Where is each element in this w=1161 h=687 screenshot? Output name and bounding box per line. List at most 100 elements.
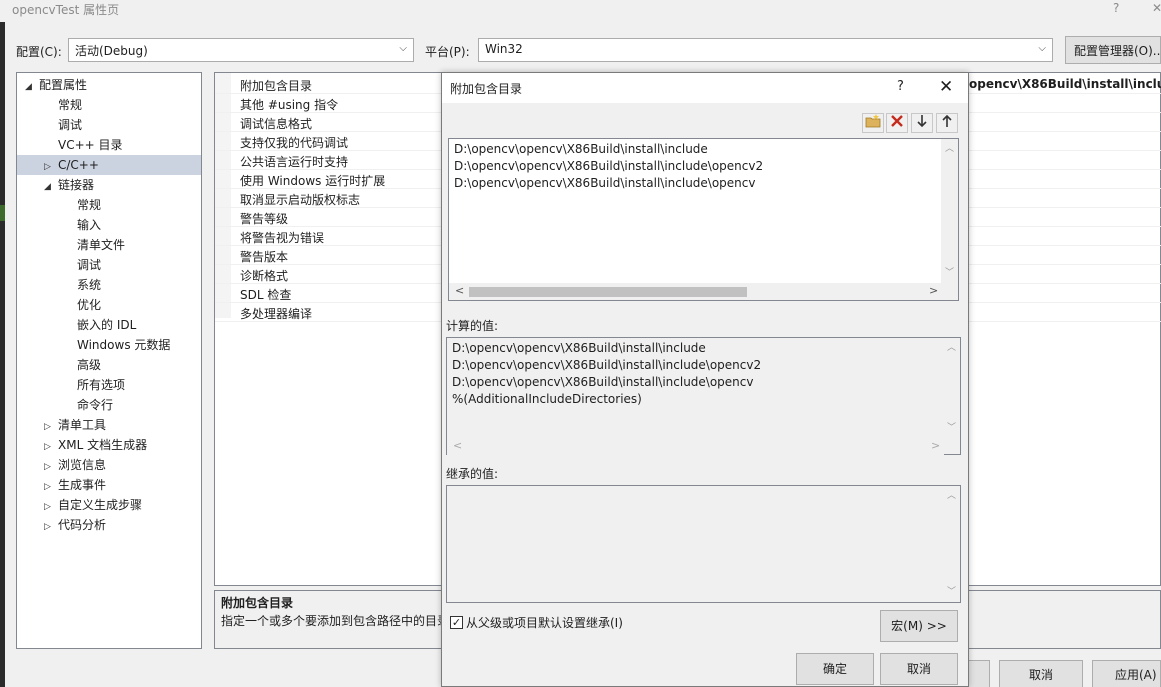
- tree-item[interactable]: 高级: [17, 355, 201, 375]
- collapsed-icon[interactable]: ▷: [44, 497, 58, 517]
- macro-button[interactable]: 宏(M) >>: [880, 610, 958, 642]
- tree-item[interactable]: 常规: [17, 95, 201, 115]
- scroll-right-icon[interactable]: >: [929, 284, 938, 297]
- horizontal-scrollbar[interactable]: < >: [449, 283, 958, 300]
- tree-item[interactable]: 清单文件: [17, 235, 201, 255]
- help-icon[interactable]: ?: [897, 79, 904, 94]
- inherit-checkbox-label[interactable]: 从父级或项目默认设置继承(I): [466, 614, 623, 631]
- property-name: SDL 检查: [240, 288, 292, 302]
- new-folder-icon[interactable]: [862, 113, 884, 133]
- dialog-ok-button[interactable]: 确定: [796, 653, 874, 685]
- config-select[interactable]: 活动(Debug) ⌵: [68, 38, 414, 62]
- collapsed-icon[interactable]: ▷: [44, 417, 58, 437]
- horizontal-scrollbar: < >: [447, 438, 944, 455]
- description-title: 附加包含目录: [221, 596, 294, 610]
- tree-item[interactable]: 调试: [17, 115, 201, 135]
- tree-item[interactable]: ◢ 链接器: [17, 175, 201, 195]
- tree-item-label: 输入: [77, 218, 102, 232]
- tree-item[interactable]: ▷ 代码分析: [17, 515, 201, 535]
- scroll-down-icon: ﹀: [947, 423, 957, 433]
- config-manager-button[interactable]: 配置管理器(O)...: [1065, 36, 1161, 64]
- list-item: %(AdditionalIncludeDirectories): [452, 392, 642, 406]
- dialog-cancel-button[interactable]: 取消: [880, 653, 958, 685]
- list-item: D:\opencv\opencv\X86Build\install\includ…: [452, 375, 754, 389]
- tree-item[interactable]: 系统: [17, 275, 201, 295]
- tree-item-label: C/C++: [58, 158, 99, 172]
- inherit-checkbox[interactable]: ✓: [450, 616, 463, 629]
- collapsed-icon[interactable]: ▷: [44, 477, 58, 497]
- scroll-up-icon[interactable]: ︿: [945, 141, 954, 154]
- tree-item-label: 常规: [58, 98, 83, 112]
- property-name: 取消显示启动版权标志: [240, 193, 361, 207]
- tree-item-label: 所有选项: [77, 378, 126, 392]
- move-down-icon[interactable]: [911, 113, 933, 133]
- close-icon[interactable]: ✕: [1152, 1, 1161, 15]
- inherited-values-list: ︿ ﹀: [446, 485, 961, 603]
- list-item[interactable]: D:\opencv\opencv\X86Build\install\includ…: [454, 142, 708, 156]
- platform-select[interactable]: Win32 ⌵: [478, 38, 1053, 62]
- tree-item[interactable]: 常规: [17, 195, 201, 215]
- tree-item-label: 高级: [77, 358, 102, 372]
- cancel-button[interactable]: 取消: [999, 660, 1083, 687]
- tree-item[interactable]: 所有选项: [17, 375, 201, 395]
- tree-item[interactable]: ◢ 配置属性: [17, 75, 201, 95]
- tree-item-label: VC++ 目录: [58, 138, 123, 152]
- tree-item-label: Windows 元数据: [77, 338, 171, 352]
- expanded-icon[interactable]: ◢: [25, 77, 39, 97]
- scroll-up-icon: ︿: [947, 491, 957, 501]
- apply-button[interactable]: 应用(A): [1092, 660, 1161, 687]
- window-title: opencvTest 属性页: [12, 3, 120, 17]
- chevron-down-icon: ⌵: [399, 43, 407, 54]
- property-name: 公共语言运行时支持: [240, 155, 349, 169]
- tree-item[interactable]: ▷ 生成事件: [17, 475, 201, 495]
- tree-item-label: 优化: [77, 298, 102, 312]
- collapsed-icon[interactable]: ▷: [44, 437, 58, 457]
- tree-item[interactable]: ▷ 清单工具: [17, 415, 201, 435]
- tree-item[interactable]: ▷ C/C++: [17, 155, 201, 175]
- background-window-edge: [0, 0, 5, 687]
- tree-item-label: 常规: [77, 198, 102, 212]
- property-name: 调试信息格式: [240, 117, 313, 131]
- move-up-icon[interactable]: [936, 113, 958, 133]
- ok-button[interactable]: [968, 660, 990, 687]
- help-icon[interactable]: ?: [1113, 1, 1119, 15]
- config-value: 活动(Debug): [75, 44, 148, 58]
- close-icon[interactable]: ✕: [939, 77, 953, 97]
- tree-item[interactable]: 嵌入的 IDL: [17, 315, 201, 335]
- scroll-left-icon[interactable]: <: [455, 284, 464, 297]
- directory-list[interactable]: ︿ ﹀ < > D:\opencv\opencv\X86Build\instal…: [448, 138, 959, 301]
- scroll-down-icon[interactable]: ﹀: [945, 265, 954, 278]
- delete-icon[interactable]: [886, 113, 908, 133]
- list-item[interactable]: D:\opencv\opencv\X86Build\install\includ…: [454, 159, 763, 173]
- tree-item[interactable]: VC++ 目录: [17, 135, 201, 155]
- tree-item[interactable]: ▷ 浏览信息: [17, 455, 201, 475]
- tree-item-label: XML 文档生成器: [58, 438, 148, 452]
- tree-item-label: 调试: [77, 258, 102, 272]
- tree-item[interactable]: ▷ XML 文档生成器: [17, 435, 201, 455]
- include-directories-dialog: 附加包含目录 ? ✕ ︿ ﹀ < > D:\opencv\opencv\X86B…: [441, 72, 969, 687]
- computed-label: 计算的值:: [446, 319, 499, 333]
- scroll-up-icon: ︿: [947, 343, 957, 353]
- collapsed-icon[interactable]: ▷: [44, 457, 58, 477]
- property-name: 使用 Windows 运行时扩展: [240, 174, 386, 188]
- tree-item[interactable]: 调试: [17, 255, 201, 275]
- list-item[interactable]: D:\opencv\opencv\X86Build\install\includ…: [454, 176, 756, 190]
- property-name: 其他 #using 指令: [240, 98, 339, 112]
- tree-item-label: 清单工具: [58, 418, 107, 432]
- vertical-scrollbar[interactable]: ︿ ﹀: [941, 139, 958, 283]
- tree-item[interactable]: 输入: [17, 215, 201, 235]
- tree-item-label: 配置属性: [39, 78, 88, 92]
- expanded-icon[interactable]: ◢: [44, 177, 58, 197]
- tree-item[interactable]: 优化: [17, 295, 201, 315]
- tree-item-label: 清单文件: [77, 238, 126, 252]
- tree-item[interactable]: Windows 元数据: [17, 335, 201, 355]
- property-tree[interactable]: ◢ 配置属性 常规 调试 VC++ 目录 ▷ C/C++ ◢ 链接器 常规 输入 清单文件 调试 系统 优化…: [16, 72, 202, 649]
- tree-item[interactable]: ▷ 自定义生成步骤: [17, 495, 201, 515]
- scroll-thumb[interactable]: [469, 287, 747, 297]
- property-name: 支持仅我的代码调试: [240, 136, 349, 150]
- config-label: 配置(C):: [16, 45, 62, 59]
- tree-item[interactable]: 命令行: [17, 395, 201, 415]
- inherited-label: 继承的值:: [446, 467, 499, 481]
- collapsed-icon[interactable]: ▷: [44, 157, 58, 177]
- collapsed-icon[interactable]: ▷: [44, 517, 58, 537]
